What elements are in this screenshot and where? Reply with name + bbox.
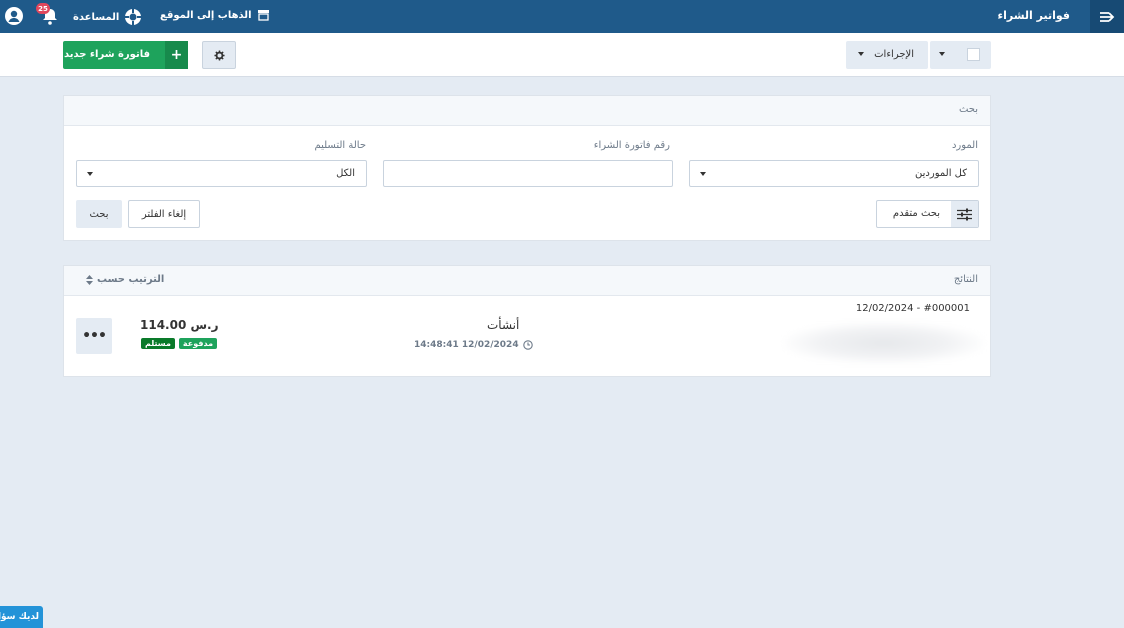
user-avatar-icon (5, 7, 23, 25)
user-menu-button[interactable] (4, 6, 24, 26)
invoice-number-input[interactable] (383, 160, 673, 187)
help-label: المساعدة (73, 11, 120, 23)
chat-help-button[interactable]: لديك سؤال (0, 606, 43, 628)
received-badge: مستلم (141, 338, 175, 349)
toolbar: فاتورة شراء جديد + الإجراءات (0, 33, 1124, 77)
gear-icon (213, 49, 225, 61)
delivery-status-label: حالة التسليم (314, 140, 366, 151)
select-all-dropdown[interactable] (930, 41, 991, 69)
more-options-button[interactable]: ••• (76, 318, 112, 354)
select-all-checkbox[interactable] (967, 48, 980, 61)
search-panel: بحث المورد كل الموردين رقم فاتورة الشراء… (63, 95, 991, 241)
actions-dropdown[interactable]: الإجراءات (846, 41, 928, 69)
sidebar-toggle-button[interactable] (1090, 0, 1124, 33)
actions-label: الإجراءات (874, 49, 914, 60)
search-panel-title: بحث (958, 104, 978, 115)
delivery-status-select[interactable]: الكل (76, 160, 367, 187)
supplier-select-value: كل الموردين (915, 168, 967, 179)
delivery-status-value: الكل (336, 168, 355, 179)
go-to-site-link[interactable]: الذهاب إلى الموقع (160, 9, 270, 21)
new-invoice-label: فاتورة شراء جديد (63, 49, 150, 60)
search-button[interactable]: بحث (76, 200, 122, 228)
paid-badge: مدفوعة (178, 338, 218, 349)
sort-by-label: الترتيب حسب (97, 274, 165, 285)
advanced-search-button[interactable]: بحث متقدم (876, 200, 979, 228)
invoice-number-label: رقم فاتورة الشراء (593, 140, 670, 151)
notification-count-badge: 25 (36, 3, 50, 14)
lifebuoy-icon (125, 9, 142, 25)
page-title: فواتير الشراء (997, 9, 1071, 22)
help-link[interactable]: المساعدة (73, 8, 142, 26)
search-panel-header: بحث (64, 96, 990, 126)
go-to-site-label: الذهاب إلى الموقع (160, 9, 252, 21)
chevron-down-icon (939, 52, 945, 56)
top-header: فواتير الشراء الذهاب إلى الموقع المساعدة… (0, 0, 1124, 33)
new-purchase-invoice-button[interactable]: فاتورة شراء جديد + (63, 41, 188, 69)
plus-icon: + (165, 41, 188, 69)
invoice-timestamp: 14:48:41 12/02/2024 (414, 340, 533, 350)
clock-icon (522, 340, 533, 350)
results-header: النتائج الترتيب حسب (64, 266, 990, 296)
store-icon (257, 10, 269, 21)
settings-button[interactable] (202, 41, 236, 69)
invoice-status: أنشأت (487, 318, 520, 332)
ellipsis-icon: ••• (82, 328, 107, 344)
supplier-select[interactable]: كل الموردين (689, 160, 979, 187)
chevron-down-icon (700, 172, 706, 176)
invoice-tags: مستلم مدفوعة (141, 338, 218, 349)
supplier-label: المورد (951, 140, 978, 151)
results-panel: النتائج الترتيب حسب 12/02/2024 - #000001… (63, 265, 991, 377)
sliders-icon (951, 201, 978, 227)
timestamp-text: 14:48:41 12/02/2024 (414, 340, 519, 350)
table-row[interactable]: 12/02/2024 - #000001 أنشأت 14:48:41 12/0… (64, 296, 990, 376)
chevron-down-icon (87, 172, 93, 176)
sort-by-button[interactable]: الترتيب حسب (86, 274, 164, 285)
invoice-reference: 12/02/2024 - #000001 (855, 303, 970, 314)
arrow-right-icon (1100, 11, 1115, 22)
blurred-supplier-name (784, 322, 984, 364)
advanced-search-label: بحث متقدم (892, 208, 940, 219)
invoice-amount: 114.00 ر.س (140, 318, 219, 332)
sort-icon (86, 274, 93, 285)
clear-filter-button[interactable]: إلغاء الفلتر (128, 200, 200, 228)
results-title: النتائج (953, 274, 978, 285)
chevron-down-icon (858, 52, 864, 56)
